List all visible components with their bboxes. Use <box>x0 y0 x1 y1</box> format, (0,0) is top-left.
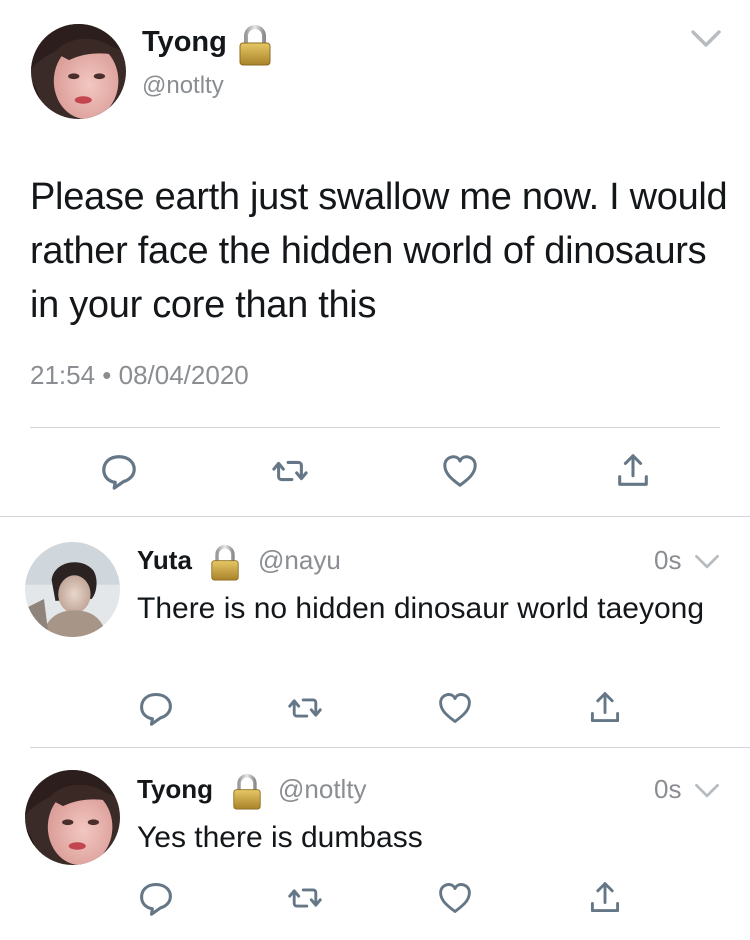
lock-icon <box>232 773 262 810</box>
profile-photo <box>25 770 120 865</box>
divider <box>0 516 750 517</box>
reply-text: There is no hidden dinosaur world taeyon… <box>137 592 705 625</box>
profile-photo <box>25 542 120 637</box>
reply-icon[interactable] <box>100 452 138 490</box>
share-icon[interactable] <box>614 452 652 490</box>
lock-icon <box>210 544 240 581</box>
reply-text: Yes there is dumbass <box>137 821 423 854</box>
chevron-down-icon[interactable] <box>694 553 720 571</box>
display-name[interactable]: Tyong <box>137 774 213 805</box>
lock-icon <box>238 24 272 66</box>
display-name[interactable]: Yuta <box>137 545 192 576</box>
reply-icon[interactable] <box>138 690 174 726</box>
like-icon[interactable] <box>437 690 473 726</box>
avatar[interactable] <box>31 24 126 119</box>
share-icon[interactable] <box>587 690 623 726</box>
user-handle[interactable]: @nayu <box>258 545 341 576</box>
avatar[interactable] <box>25 542 120 637</box>
reply-timestamp[interactable]: 0s <box>654 774 681 805</box>
like-icon[interactable] <box>437 880 473 916</box>
chevron-down-icon[interactable] <box>694 782 720 800</box>
reply-timestamp[interactable]: 0s <box>654 545 681 576</box>
user-handle[interactable]: @notlty <box>142 72 224 100</box>
retweet-icon[interactable] <box>287 690 323 726</box>
chevron-down-icon[interactable] <box>690 28 722 50</box>
user-handle[interactable]: @notlty <box>278 774 367 805</box>
retweet-icon[interactable] <box>271 452 309 490</box>
divider <box>30 427 720 428</box>
divider <box>30 747 750 748</box>
tweet-text: Please earth just swallow me now. I woul… <box>30 176 728 326</box>
display-name[interactable]: Tyong <box>142 26 227 59</box>
like-icon[interactable] <box>441 452 479 490</box>
share-icon[interactable] <box>587 880 623 916</box>
reply-icon[interactable] <box>138 880 174 916</box>
tweet-timestamp[interactable]: 21:54 • 08/04/2020 <box>30 360 249 391</box>
profile-photo <box>31 24 126 119</box>
avatar[interactable] <box>25 770 120 865</box>
retweet-icon[interactable] <box>287 880 323 916</box>
